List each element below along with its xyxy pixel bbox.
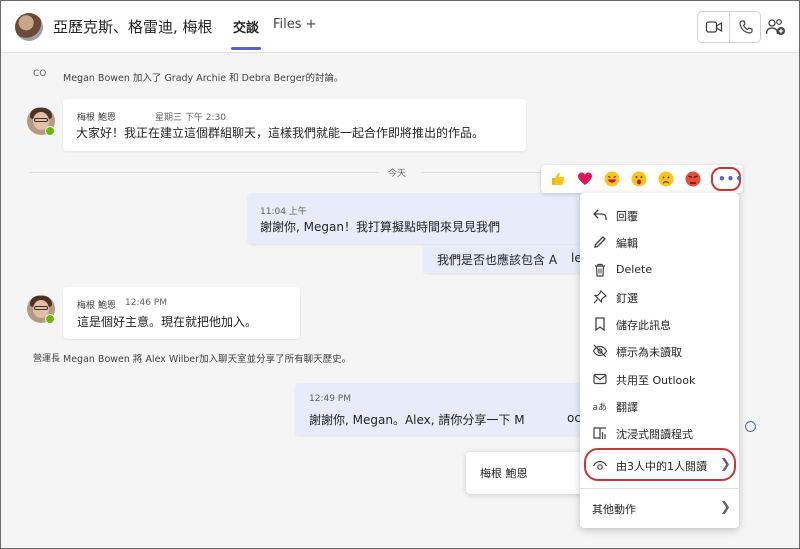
- tab-files[interactable]: Files +: [273, 17, 317, 32]
- message-bubble[interactable]: 12:49 PM 謝謝你, Megan。Alex, 請你分享一下 M oc: [295, 383, 588, 435]
- message-time: 12:49 PM: [309, 394, 351, 404]
- system-message-icon: CO: [33, 69, 47, 79]
- seen-by-popup: 梅根 鮑恩: [466, 452, 583, 494]
- outlook-icon: [593, 373, 607, 385]
- more-options-icon: •••: [718, 172, 745, 186]
- svg-text:aあ: aあ: [593, 402, 608, 413]
- message-text-tail: oc: [567, 411, 581, 425]
- system-message: Megan Bowen 加入了 Grady Archie 和 Debra Ber…: [63, 73, 344, 84]
- message-time: 星期三 下午 2:30: [155, 113, 226, 123]
- message-text: 我們是否也應該包含 A: [437, 253, 558, 267]
- message-bubble[interactable]: 11:04 上午 謝謝你, Megan！我打算擬點時間來見見我們: [248, 193, 588, 244]
- delete-icon: [595, 263, 605, 277]
- menu-item-translate[interactable]: aあ 翻譯: [580, 393, 739, 420]
- sad-icon[interactable]: [658, 171, 674, 187]
- pin-icon: [593, 289, 608, 304]
- reaction-bar: •••: [541, 165, 743, 193]
- active-tab-indicator: [231, 47, 261, 50]
- mark-unread-icon: [592, 344, 608, 358]
- message-text: 謝謝你, Megan。Alex, 請你分享一下 M: [309, 413, 525, 427]
- system-message-icon: 營運長: [33, 354, 61, 364]
- menu-item-label: Delete: [616, 263, 653, 276]
- chat-title[interactable]: 亞歷克斯、格雷迪, 梅根: [53, 16, 213, 37]
- like-icon[interactable]: [550, 171, 566, 187]
- menu-item-label: 標示為未讀取: [616, 346, 682, 359]
- message-bubble[interactable]: 我們是否也應該包含 A le: [423, 245, 588, 273]
- menu-item-label: 其他動作: [592, 503, 636, 516]
- menu-item-mark-unread[interactable]: 標示為未讀取: [580, 338, 739, 365]
- menu-item-save[interactable]: 儲存此訊息: [580, 311, 739, 338]
- call-buttons-divider: [729, 12, 730, 42]
- menu-item-edit[interactable]: 編輯: [580, 229, 739, 256]
- read-by-highlight: [584, 448, 736, 481]
- reply-icon: [593, 209, 607, 220]
- video-call-icon[interactable]: [705, 19, 723, 35]
- message-sender: 梅根 鮑恩: [77, 113, 116, 123]
- message-text: 大家好！我正在建立這個群組聊天，這樣我們就能一起合作即將推出的作品。: [76, 126, 485, 140]
- menu-item-label: 沈浸式閱讀程式: [616, 428, 693, 441]
- chat-header: 亞歷克斯、格雷迪, 梅根 交談 Files +: [1, 1, 799, 53]
- message-time: 11:04 上午: [260, 207, 307, 217]
- tab-chat[interactable]: 交談: [233, 17, 259, 36]
- message-text: 謝謝你, Megan！我打算擬點時間來見見我們: [260, 220, 500, 234]
- chevron-right-icon: ❯: [720, 500, 731, 515]
- menu-item-immersive-reader[interactable]: 沈浸式閱讀程式: [580, 420, 739, 447]
- group-avatar[interactable]: [15, 13, 43, 41]
- more-options-button[interactable]: •••: [711, 167, 745, 191]
- message-bubble[interactable]: 梅根 鮑恩 星期三 下午 2:30 大家好！我正在建立這個群組聊天，這樣我們就能…: [63, 99, 526, 151]
- avatar-glasses: [34, 118, 48, 122]
- menu-item-delete[interactable]: Delete: [580, 257, 739, 284]
- surprised-icon[interactable]: [631, 171, 647, 187]
- menu-item-share-outlook[interactable]: 共用至 Outlook: [580, 366, 739, 393]
- heart-icon[interactable]: [577, 171, 593, 187]
- bookmark-icon: [595, 317, 605, 332]
- translate-icon: aあ: [593, 402, 608, 413]
- presence-available-icon: [45, 314, 55, 324]
- edit-icon: [594, 236, 606, 248]
- immersive-reader-icon: [593, 427, 606, 440]
- presence-available-icon: [45, 126, 55, 136]
- menu-item-label: 儲存此訊息: [616, 319, 671, 332]
- menu-item-label: 釘選: [616, 292, 638, 305]
- laugh-icon[interactable]: [604, 171, 620, 187]
- menu-item-label: 回覆: [616, 210, 638, 223]
- menu-item-label: 共用至 Outlook: [616, 374, 696, 387]
- date-divider: 今天: [388, 169, 407, 179]
- read-receipt-icon: [745, 421, 756, 432]
- system-message: Megan Bowen 將 Alex Wilber加入聊天室並分享了所有聊天歷史…: [63, 354, 352, 365]
- message-context-menu: 回覆 編輯 Delete 釘選 儲存此訊息 標示為未讀取 共用至 Outlook…: [580, 193, 739, 528]
- call-buttons: [697, 11, 761, 43]
- people-add-icon[interactable]: [765, 17, 787, 37]
- teams-chat-window: 亞歷克斯、格雷迪, 梅根 交談 Files + CO Megan Bowen 加…: [0, 0, 800, 549]
- phone-call-icon[interactable]: [737, 19, 755, 35]
- message-sender: 梅根 鮑恩: [77, 301, 116, 311]
- menu-item-reply[interactable]: 回覆: [580, 202, 739, 229]
- date-divider-line: [421, 172, 541, 173]
- message-text: 這是個好主意。現在就把他加入。: [77, 315, 258, 329]
- menu-item-more-actions[interactable]: 其他動作 ❯: [580, 495, 739, 522]
- date-divider-line: [29, 172, 379, 173]
- menu-item-pin[interactable]: 釘選: [580, 284, 739, 311]
- seen-by-name: 梅根 鮑恩: [480, 467, 528, 480]
- menu-item-label: 編輯: [616, 237, 638, 250]
- angry-icon[interactable]: [685, 171, 701, 187]
- message-time: 12:46 PM: [125, 298, 167, 308]
- avatar-glasses: [34, 306, 48, 310]
- menu-item-label: 翻譯: [616, 401, 638, 414]
- message-bubble[interactable]: 梅根 鮑恩 12:46 PM 這是個好主意。現在就把他加入。: [63, 287, 300, 339]
- menu-separator: [580, 488, 739, 489]
